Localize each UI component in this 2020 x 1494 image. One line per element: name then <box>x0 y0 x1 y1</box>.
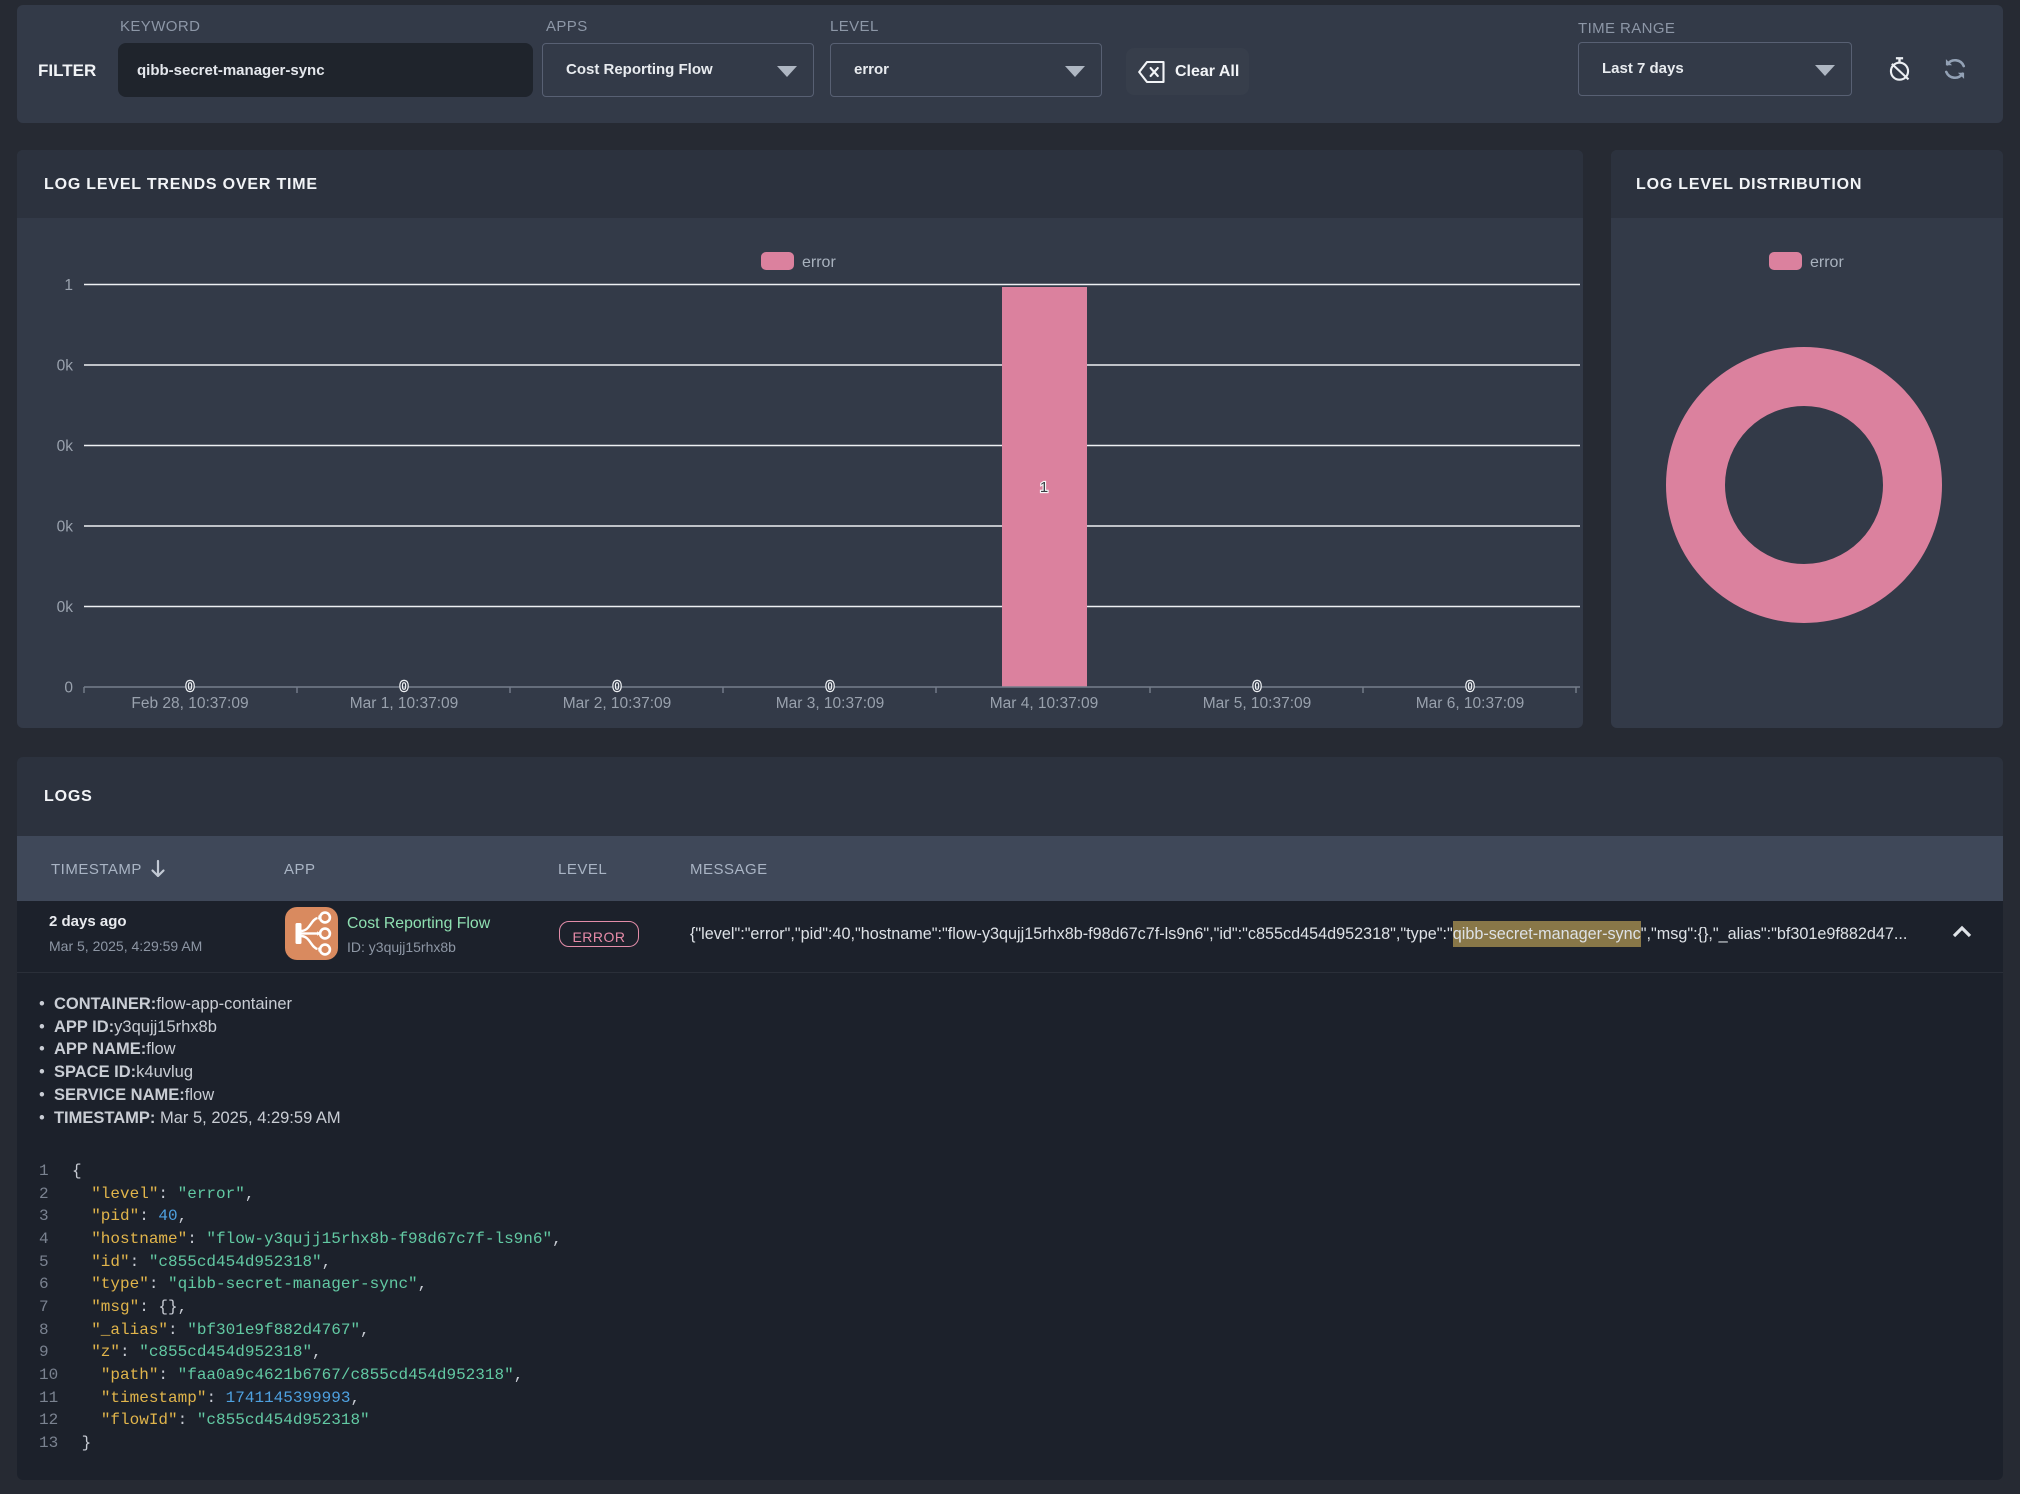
svg-text:0: 0 <box>1253 678 1261 695</box>
svg-text:error: error <box>1810 254 1844 271</box>
svg-text:1: 1 <box>64 277 73 294</box>
svg-text:0k: 0k <box>57 358 74 375</box>
svg-text:0: 0 <box>1466 678 1474 695</box>
svg-text:0k: 0k <box>57 599 74 616</box>
svg-text:Feb 28, 10:37:09: Feb 28, 10:37:09 <box>131 695 248 712</box>
svg-text:0k: 0k <box>57 519 74 536</box>
svg-text:Mar 2, 10:37:09: Mar 2, 10:37:09 <box>563 695 672 712</box>
svg-text:1: 1 <box>1040 479 1048 496</box>
svg-text:error: error <box>802 254 836 271</box>
svg-text:0: 0 <box>826 678 834 695</box>
svg-text:0: 0 <box>64 680 73 697</box>
svg-text:Mar 1, 10:37:09: Mar 1, 10:37:09 <box>350 695 459 712</box>
svg-text:0: 0 <box>400 678 408 695</box>
svg-text:Mar 3, 10:37:09: Mar 3, 10:37:09 <box>776 695 885 712</box>
svg-text:Mar 6, 10:37:09: Mar 6, 10:37:09 <box>1416 695 1525 712</box>
svg-text:0: 0 <box>613 678 621 695</box>
svg-text:Mar 4, 10:37:09: Mar 4, 10:37:09 <box>990 695 1099 712</box>
svg-text:Mar 5, 10:37:09: Mar 5, 10:37:09 <box>1203 695 1312 712</box>
svg-text:0: 0 <box>186 678 194 695</box>
svg-text:0k: 0k <box>57 438 74 455</box>
